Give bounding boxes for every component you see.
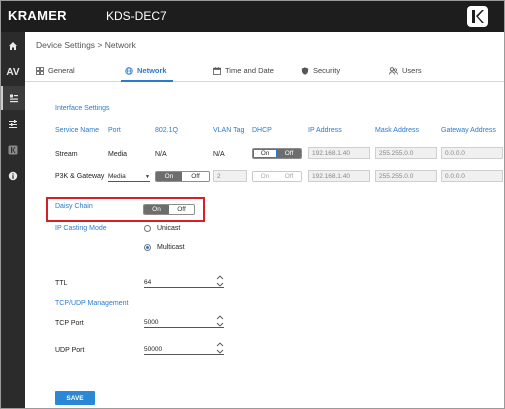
- multicast-radio[interactable]: [144, 244, 151, 251]
- breadcrumb: Device Settings > Network: [36, 40, 136, 50]
- ttl-input[interactable]: 64: [144, 274, 224, 288]
- calendar-icon: [213, 66, 221, 75]
- tab-general-label: General: [48, 66, 75, 75]
- row-p3k-vlan-tag-field[interactable]: 2: [213, 170, 247, 182]
- row-stream-port: Media: [108, 151, 128, 158]
- row-p3k-gateway-field[interactable]: 0.0.0.0: [441, 170, 503, 182]
- active-tab-indicator: [121, 80, 173, 82]
- kramer-k-icon: [467, 6, 488, 27]
- row-stream-dhcp-toggle[interactable]: On Off: [252, 148, 302, 159]
- udp-port-label: UDP Port: [55, 347, 85, 354]
- grid-icon: [36, 66, 44, 75]
- ttl-label: TTL: [55, 280, 68, 287]
- ip-casting-mode-label: IP Casting Mode: [55, 225, 107, 232]
- col-vlan-tag: VLAN Tag: [213, 127, 245, 134]
- daisy-chain-on-option[interactable]: On: [144, 205, 169, 214]
- row-p3k-ip-field[interactable]: 192.168.1.40: [308, 170, 370, 182]
- dhcp-off-option[interactable]: Off: [277, 149, 301, 158]
- row-stream-gateway-field[interactable]: 0.0.0.0: [441, 147, 503, 159]
- row-p3k-mask-field[interactable]: 255.255.0.0: [375, 170, 437, 182]
- tab-users-label: Users: [402, 66, 422, 75]
- tab-security[interactable]: Security: [301, 66, 340, 75]
- top-bar: KRAMER KDS-DEC7: [1, 1, 504, 32]
- tab-time-and-date-label: Time and Date: [225, 66, 274, 75]
- tab-network-label: Network: [137, 66, 167, 75]
- spinner-icon[interactable]: [216, 274, 224, 288]
- caret-down-icon: ▼: [145, 174, 150, 180]
- users-icon: [389, 66, 398, 75]
- tab-network[interactable]: Network: [125, 66, 167, 75]
- col-ip-address: IP Address: [308, 127, 342, 134]
- daisy-chain-label: Daisy Chain: [55, 203, 93, 210]
- col-mask-address: Mask Address: [375, 127, 419, 134]
- col-gateway-address: Gateway Address: [441, 127, 496, 134]
- row-stream-ip-field[interactable]: 192.168.1.40: [308, 147, 370, 159]
- spinner-icon[interactable]: [216, 341, 224, 355]
- row-stream-8021q: N/A: [155, 151, 167, 158]
- multicast-label: Multicast: [157, 244, 185, 251]
- daisy-chain-off-option[interactable]: Off: [169, 205, 194, 214]
- save-button[interactable]: SAVE: [55, 391, 95, 405]
- 8021q-off-option[interactable]: Off: [182, 172, 209, 181]
- dhcp-off-option[interactable]: Off: [277, 172, 301, 181]
- tcp-port-value: 5000: [144, 318, 159, 326]
- tab-users[interactable]: Users: [389, 66, 422, 75]
- port-select-value: Media: [108, 172, 126, 180]
- av-icon[interactable]: AV: [1, 60, 25, 84]
- row-stream-service: Stream: [55, 151, 78, 158]
- tab-time-and-date[interactable]: Time and Date: [213, 66, 274, 75]
- tab-security-label: Security: [313, 66, 341, 75]
- daisy-chain-toggle[interactable]: On Off: [143, 204, 195, 215]
- udp-port-value: 50000: [144, 345, 163, 353]
- row-p3k-8021q-toggle[interactable]: On Off: [155, 171, 210, 182]
- 8021q-on-option[interactable]: On: [156, 172, 183, 181]
- interface-settings-title: Interface Settings: [55, 105, 110, 112]
- brand-logo: KRAMER: [8, 8, 67, 23]
- tcp-port-input[interactable]: 5000: [144, 314, 224, 328]
- spinner-icon[interactable]: [216, 314, 224, 328]
- row-p3k-service: P3K & Gateway: [55, 173, 105, 180]
- col-8021q: 802.1Q: [155, 127, 178, 134]
- network-icon: [125, 66, 133, 75]
- col-service-name: Service Name: [55, 127, 99, 134]
- k-logo-icon[interactable]: [1, 138, 25, 162]
- tab-general[interactable]: General: [36, 66, 75, 75]
- sidebar: AV: [1, 32, 25, 408]
- info-icon[interactable]: [1, 164, 25, 188]
- app-window: KRAMER KDS-DEC7 AV Device Settings > Net…: [0, 0, 505, 409]
- shield-icon: [301, 66, 309, 75]
- row-stream-vlan-tag: N/A: [213, 151, 225, 158]
- dhcp-on-option[interactable]: On: [253, 149, 278, 158]
- row-p3k-port-select[interactable]: Media ▼: [108, 171, 150, 182]
- tab-bar: General Network Time and Date Security U…: [25, 64, 504, 82]
- dhcp-on-option[interactable]: On: [253, 172, 277, 181]
- tuning-icon[interactable]: [1, 112, 25, 136]
- col-port: Port: [108, 127, 121, 134]
- device-settings-icon[interactable]: [1, 86, 25, 110]
- row-p3k-dhcp-toggle[interactable]: On Off: [252, 171, 302, 182]
- av-icon-label: AV: [6, 66, 20, 78]
- unicast-label: Unicast: [157, 225, 181, 232]
- ttl-value: 64: [144, 278, 152, 286]
- home-icon[interactable]: [1, 34, 25, 58]
- tcp-udp-title: TCP/UDP Management: [55, 300, 129, 307]
- main-content: Device Settings > Network General Networ…: [25, 32, 504, 408]
- udp-port-input[interactable]: 50000: [144, 341, 224, 355]
- unicast-radio[interactable]: [144, 225, 151, 232]
- tcp-port-label: TCP Port: [55, 320, 84, 327]
- product-name: KDS-DEC7: [106, 9, 167, 23]
- col-dhcp: DHCP: [252, 127, 272, 134]
- row-stream-mask-field[interactable]: 255.255.0.0: [375, 147, 437, 159]
